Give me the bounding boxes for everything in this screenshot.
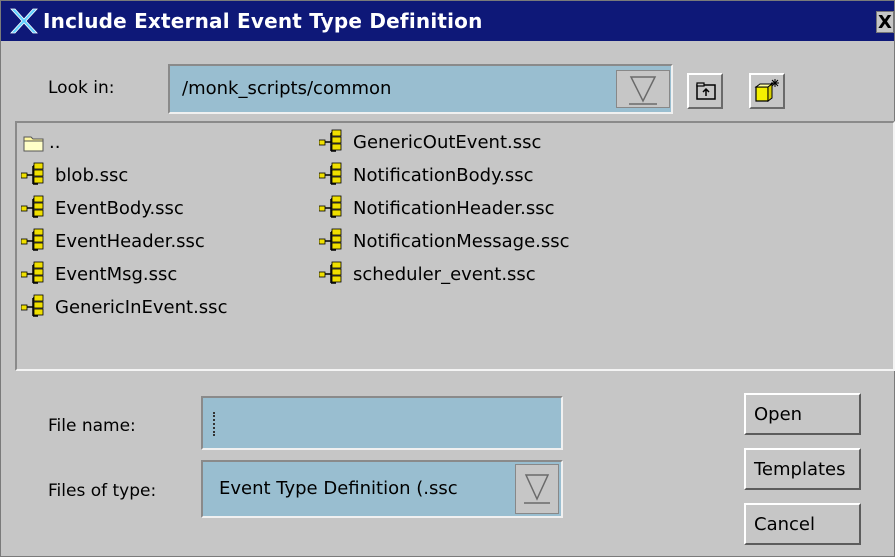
file-name-label: File name:	[48, 416, 136, 436]
event-type-icon	[21, 195, 44, 218]
file-list-item[interactable]: GenericOutEvent.ssc	[319, 127, 541, 157]
file-list-item[interactable]: NotificationHeader.ssc	[319, 193, 555, 223]
up-one-level-button[interactable]	[687, 73, 723, 109]
look-in-dropdown-arrow[interactable]	[616, 70, 670, 108]
event-type-icon	[319, 195, 342, 218]
file-list[interactable]: .. blob.ssc EventBody.ssc EventHeader.ssc Ev…	[15, 121, 895, 371]
event-type-icon	[319, 228, 342, 251]
chevron-down-icon	[629, 76, 657, 105]
file-name-text: GenericInEvent.ssc	[55, 296, 228, 318]
file-list-item[interactable]: EventMsg.ssc	[21, 259, 177, 289]
title-bar[interactable]: Include External Event Type Definition X	[1, 1, 894, 41]
file-name-text: NotificationBody.ssc	[353, 164, 534, 186]
look-in-value: /monk_scripts/common	[182, 78, 392, 99]
dialog-title: Include External Event Type Definition	[43, 9, 483, 33]
file-list-item[interactable]: NotificationBody.ssc	[319, 160, 534, 190]
files-of-type-dropdown-arrow[interactable]	[515, 464, 559, 514]
file-name-text: EventBody.ssc	[55, 197, 184, 219]
event-type-icon	[319, 261, 342, 284]
app-x-logo-icon	[10, 8, 38, 34]
event-type-icon	[319, 129, 342, 152]
file-list-item[interactable]: scheduler_event.ssc	[319, 259, 536, 289]
file-name-text: EventHeader.ssc	[55, 230, 205, 252]
file-list-item[interactable]: EventHeader.ssc	[21, 226, 205, 256]
event-type-icon	[21, 228, 44, 251]
close-button[interactable]: X	[876, 11, 894, 33]
event-type-icon	[319, 162, 342, 185]
up-one-level-folder-icon	[696, 82, 716, 100]
file-name-text: NotificationHeader.ssc	[353, 197, 555, 219]
file-name-text: EventMsg.ssc	[55, 263, 178, 285]
file-name-text: ..	[49, 131, 61, 153]
file-name-text: blob.ssc	[55, 164, 129, 186]
file-name-text: scheduler_event.ssc	[353, 263, 536, 285]
look-in-label: Look in:	[48, 78, 115, 98]
file-name-text: NotificationMessage.ssc	[353, 230, 570, 252]
file-list-item[interactable]: blob.ssc	[21, 160, 128, 190]
text-cursor	[213, 412, 217, 436]
file-list-item[interactable]: ..	[21, 127, 60, 157]
open-button[interactable]: Open	[744, 393, 861, 435]
file-name-text: GenericOutEvent.ssc	[353, 131, 542, 153]
files-of-type-label: Files of type:	[48, 481, 157, 501]
file-list-item[interactable]: NotificationMessage.ssc	[319, 226, 570, 256]
event-type-icon	[21, 162, 44, 185]
new-folder-button[interactable]	[749, 73, 785, 109]
event-type-icon	[21, 261, 44, 284]
chevron-down-icon	[524, 474, 550, 504]
event-type-icon	[21, 294, 44, 317]
file-list-item[interactable]: GenericInEvent.ssc	[21, 292, 227, 322]
files-of-type-dropdown[interactable]: Event Type Definition (.ssc	[201, 460, 563, 518]
files-of-type-value: Event Type Definition (.ssc	[219, 478, 458, 499]
cancel-button[interactable]: Cancel	[744, 503, 861, 545]
include-event-type-dialog: Include External Event Type Definition X…	[0, 0, 895, 557]
new-folder-icon	[754, 79, 779, 102]
templates-button[interactable]: Templates	[744, 448, 861, 490]
look-in-dropdown[interactable]: /monk_scripts/common	[168, 64, 673, 114]
folder-icon	[23, 136, 44, 152]
file-name-input[interactable]	[201, 396, 563, 450]
file-list-item[interactable]: EventBody.ssc	[21, 193, 184, 223]
